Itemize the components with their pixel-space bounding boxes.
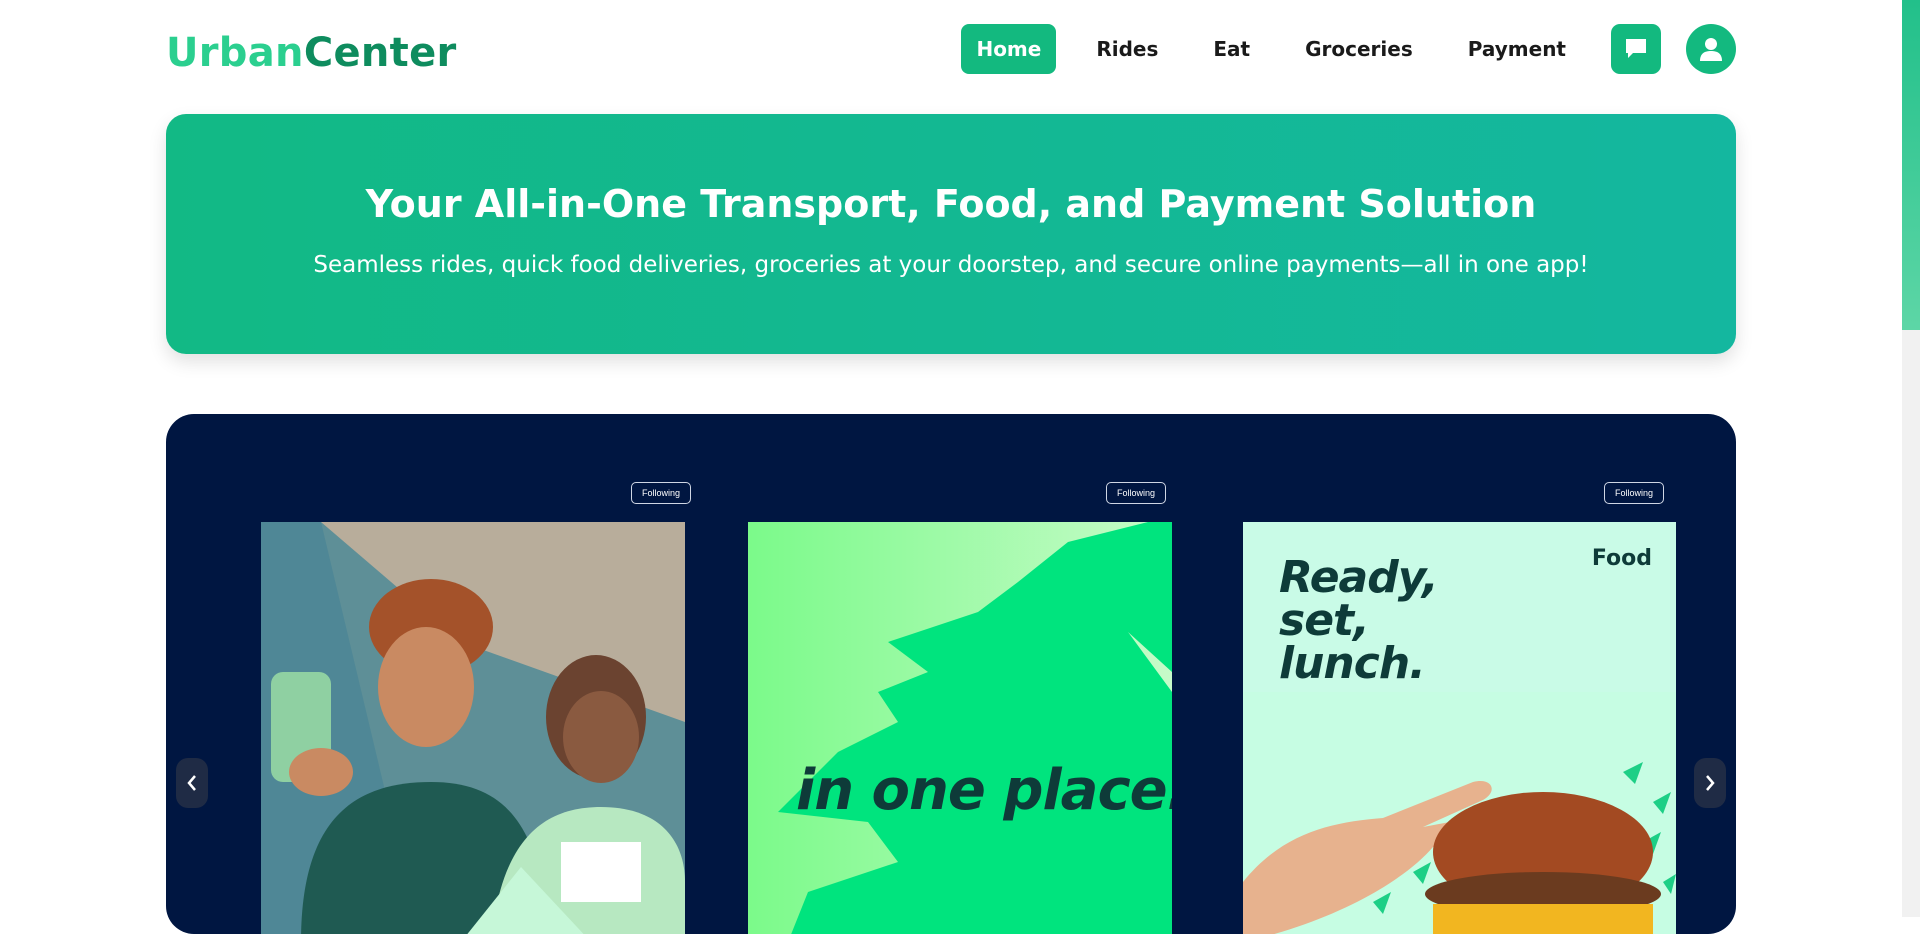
- carousel-next-button[interactable]: [1694, 758, 1726, 808]
- user-icon: [1700, 38, 1722, 61]
- carousel-prev-button[interactable]: [176, 758, 208, 808]
- card-tagline: in one place.: [796, 758, 1172, 823]
- nav-rides[interactable]: Rides: [1081, 24, 1173, 74]
- scrollbar-thumb[interactable]: [1902, 0, 1920, 330]
- following-badge[interactable]: Following: [1106, 482, 1167, 504]
- profile-button[interactable]: [1686, 24, 1736, 74]
- hero-subtitle: Seamless rides, quick food deliveries, g…: [313, 252, 1589, 278]
- carousel-card-food[interactable]: Ready, set, lunch. Food: [1243, 522, 1676, 934]
- logo-urban: Urban: [166, 30, 304, 76]
- hero-title: Your All-in-One Transport, Food, and Pay…: [365, 182, 1537, 226]
- chat-button[interactable]: [1611, 24, 1661, 74]
- promo-carousel: Following Following Following in one pla…: [166, 414, 1736, 934]
- card-heading-line: set,: [1279, 595, 1370, 646]
- carousel-card-one-place[interactable]: in one place.: [748, 522, 1172, 934]
- logo[interactable]: UrbanCenter: [166, 30, 457, 76]
- nav-groceries[interactable]: Groceries: [1290, 24, 1428, 74]
- card-heading-line: lunch.: [1279, 638, 1426, 689]
- main-nav: Home Rides Eat Groceries Payment: [961, 24, 1736, 74]
- logo-center: Center: [303, 30, 457, 76]
- following-badge[interactable]: Following: [631, 482, 692, 504]
- friends-with-phone-photo: [261, 522, 685, 934]
- chevron-left-icon: [187, 775, 196, 791]
- site-header: UrbanCenter Home Rides Eat Groceries Pay…: [166, 0, 1736, 100]
- card-heading: Ready, set, lunch.: [1279, 552, 1439, 689]
- hero-banner: Your All-in-One Transport, Food, and Pay…: [166, 114, 1736, 354]
- card-category-tag: Food: [1591, 546, 1652, 571]
- nav-payment[interactable]: Payment: [1453, 24, 1581, 74]
- following-badge[interactable]: Following: [1604, 482, 1665, 504]
- green-shape-graphic: [778, 522, 1172, 934]
- card-heading-line: Ready,: [1279, 552, 1439, 603]
- carousel-card-friends[interactable]: [261, 522, 685, 934]
- chevron-right-icon: [1706, 775, 1715, 791]
- chat-bubble-icon: [1626, 39, 1646, 58]
- nav-eat[interactable]: Eat: [1198, 24, 1265, 74]
- nav-home[interactable]: Home: [961, 24, 1057, 74]
